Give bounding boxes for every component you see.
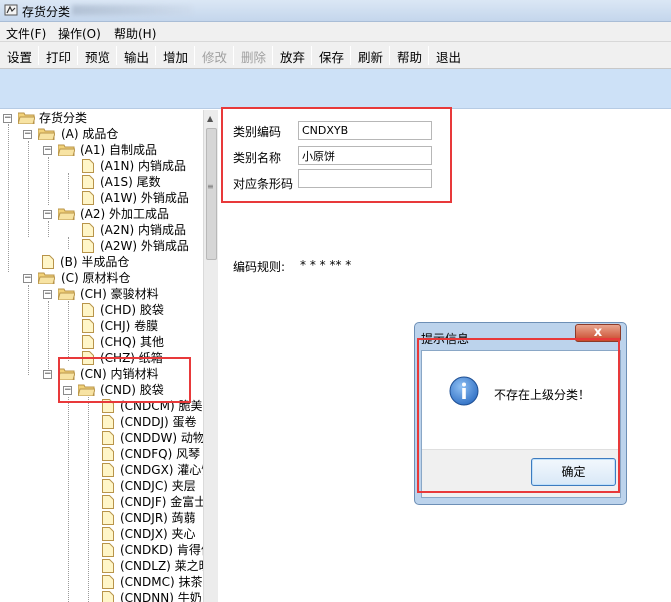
- export-button[interactable]: 输出: [124, 47, 149, 66]
- refresh-button[interactable]: 刷新: [358, 47, 383, 66]
- help-button[interactable]: 帮助: [397, 47, 422, 66]
- category-tree: − 存货分类 − (A) 成品仓 − (A1) 自制成品 (A1N) 内销成品 …: [0, 110, 203, 602]
- collapse-icon[interactable]: −: [43, 146, 52, 155]
- title-bar: 存货分类: [0, 0, 671, 22]
- tree-leaf[interactable]: (CNDJX) 夹心: [102, 526, 201, 542]
- add-button[interactable]: 增加: [163, 47, 188, 66]
- tree-node-A1W[interactable]: (A1W) 外销成品: [82, 190, 201, 206]
- document-icon: [82, 175, 94, 189]
- document-icon: [82, 319, 94, 333]
- tree-leaf[interactable]: (CNDJF) 金富士: [102, 494, 203, 510]
- tree-scrollbar[interactable]: ▲ ≡: [203, 110, 218, 602]
- category-code-input[interactable]: [298, 121, 432, 140]
- tree-node-A[interactable]: − (A) 成品仓: [23, 126, 201, 142]
- edit-button[interactable]: 修改: [202, 47, 227, 66]
- tree-leaf[interactable]: (CNDKD) 肯得佳: [102, 542, 203, 558]
- tree-node-A1N[interactable]: (A1N) 内销成品: [82, 158, 201, 174]
- folder-open-icon: [38, 272, 55, 284]
- header-strip: [0, 69, 671, 109]
- exit-button[interactable]: 退出: [436, 47, 461, 66]
- tree-node-A2W[interactable]: (A2W) 外销成品: [82, 238, 201, 254]
- tree-node-CHJ[interactable]: (CHJ) 卷膜: [82, 318, 201, 334]
- document-icon: [82, 239, 94, 253]
- category-name-label: 类别名称: [233, 151, 282, 165]
- document-icon: [102, 527, 114, 541]
- tree-node-A2N[interactable]: (A2N) 内销成品: [82, 222, 201, 238]
- category-code-label: 类别编码: [233, 125, 282, 139]
- menu-help[interactable]: 帮助(H): [114, 25, 156, 42]
- tree-leaf[interactable]: (CNDDW) 动物饼: [102, 430, 203, 446]
- collapse-icon[interactable]: −: [43, 370, 52, 379]
- folder-open-icon: [38, 128, 55, 140]
- tree-node-root[interactable]: − 存货分类: [3, 110, 201, 126]
- menu-file[interactable]: 文件(F): [6, 25, 46, 42]
- tree-node-C[interactable]: − (C) 原材料仓: [23, 270, 201, 286]
- folder-open-icon: [58, 288, 75, 300]
- document-icon: [102, 543, 114, 557]
- folder-open-icon: [18, 112, 35, 124]
- save-button[interactable]: 保存: [319, 47, 344, 66]
- tree-leaf[interactable]: (CNDJC) 夹层: [102, 478, 201, 494]
- tree-node-B[interactable]: (B) 半成品仓: [42, 254, 201, 270]
- menu-bar: 文件(F) 操作(O) 帮助(H): [0, 22, 671, 42]
- tree-node-CHD[interactable]: (CHD) 胶袋: [82, 302, 201, 318]
- document-icon: [102, 479, 114, 493]
- delete-button[interactable]: 删除: [241, 47, 266, 66]
- document-icon: [82, 223, 94, 237]
- window-title: 存货分类: [22, 5, 71, 19]
- tree-node-CHQ[interactable]: (CHQ) 其他: [82, 334, 201, 350]
- document-icon: [82, 303, 94, 317]
- discard-button[interactable]: 放弃: [280, 47, 305, 66]
- tree-node-CH[interactable]: − (CH) 豪骏材料: [43, 286, 201, 302]
- folder-open-icon: [58, 208, 75, 220]
- tree-node-A2[interactable]: − (A2) 外加工成品: [43, 206, 201, 222]
- document-icon: [102, 511, 114, 525]
- document-icon: [102, 431, 114, 445]
- blurred-title-detail: [72, 5, 192, 15]
- tree-node-A1S[interactable]: (A1S) 尾数: [82, 174, 201, 190]
- document-icon: [102, 447, 114, 461]
- collapse-icon[interactable]: −: [3, 114, 12, 123]
- tree-leaf[interactable]: (CNDJR) 蒟蒻: [102, 510, 201, 526]
- document-icon: [102, 495, 114, 509]
- document-icon: [82, 159, 94, 173]
- collapse-icon[interactable]: −: [43, 290, 52, 299]
- tree-leaf[interactable]: (CNDGX) 灌心饼: [102, 462, 203, 478]
- setup-button[interactable]: 设置: [7, 47, 32, 66]
- preview-button[interactable]: 预览: [85, 47, 110, 66]
- folder-open-icon: [58, 144, 75, 156]
- barcode-label: 对应条形码: [233, 177, 294, 191]
- scroll-thumb[interactable]: [206, 128, 217, 260]
- category-name-input[interactable]: [298, 146, 432, 165]
- grip-icon: ≡: [207, 182, 214, 191]
- tree-leaf[interactable]: (CNDLZ) 莱之旺: [102, 558, 203, 574]
- document-icon: [102, 463, 114, 477]
- menu-operation[interactable]: 操作(O): [58, 25, 101, 42]
- app-icon: [4, 4, 18, 16]
- document-icon: [102, 415, 114, 429]
- tree-leaf[interactable]: (CNDNN) 牛奶: [102, 590, 202, 602]
- tree-highlight-box: [58, 357, 191, 403]
- scroll-up-icon[interactable]: ▲: [207, 114, 213, 123]
- code-rule-value: * * * ** *: [300, 258, 352, 272]
- document-icon: [82, 191, 94, 205]
- document-icon: [102, 575, 114, 589]
- collapse-icon[interactable]: −: [23, 274, 32, 283]
- toolbar: 设置 打印 预览 输出 增加 修改 删除 放弃 保存 刷新 帮助 退出: [0, 42, 671, 69]
- dialog-highlight-box: [417, 338, 620, 493]
- document-icon: [82, 335, 94, 349]
- collapse-icon[interactable]: −: [43, 210, 52, 219]
- collapse-icon[interactable]: −: [23, 130, 32, 139]
- print-button[interactable]: 打印: [46, 47, 71, 66]
- document-icon: [102, 591, 114, 602]
- tree-node-A1[interactable]: − (A1) 自制成品: [43, 142, 201, 158]
- tree-leaf[interactable]: (CNDMC) 抹茶: [102, 574, 203, 590]
- tree-leaf[interactable]: (CNDFQ) 风琴: [102, 446, 201, 462]
- barcode-input[interactable]: [298, 169, 432, 188]
- code-rule-label: 编码规则:: [233, 260, 286, 274]
- document-icon: [42, 255, 54, 269]
- tree-leaf[interactable]: (CNDDJ) 蛋卷: [102, 414, 201, 430]
- document-icon: [102, 559, 114, 573]
